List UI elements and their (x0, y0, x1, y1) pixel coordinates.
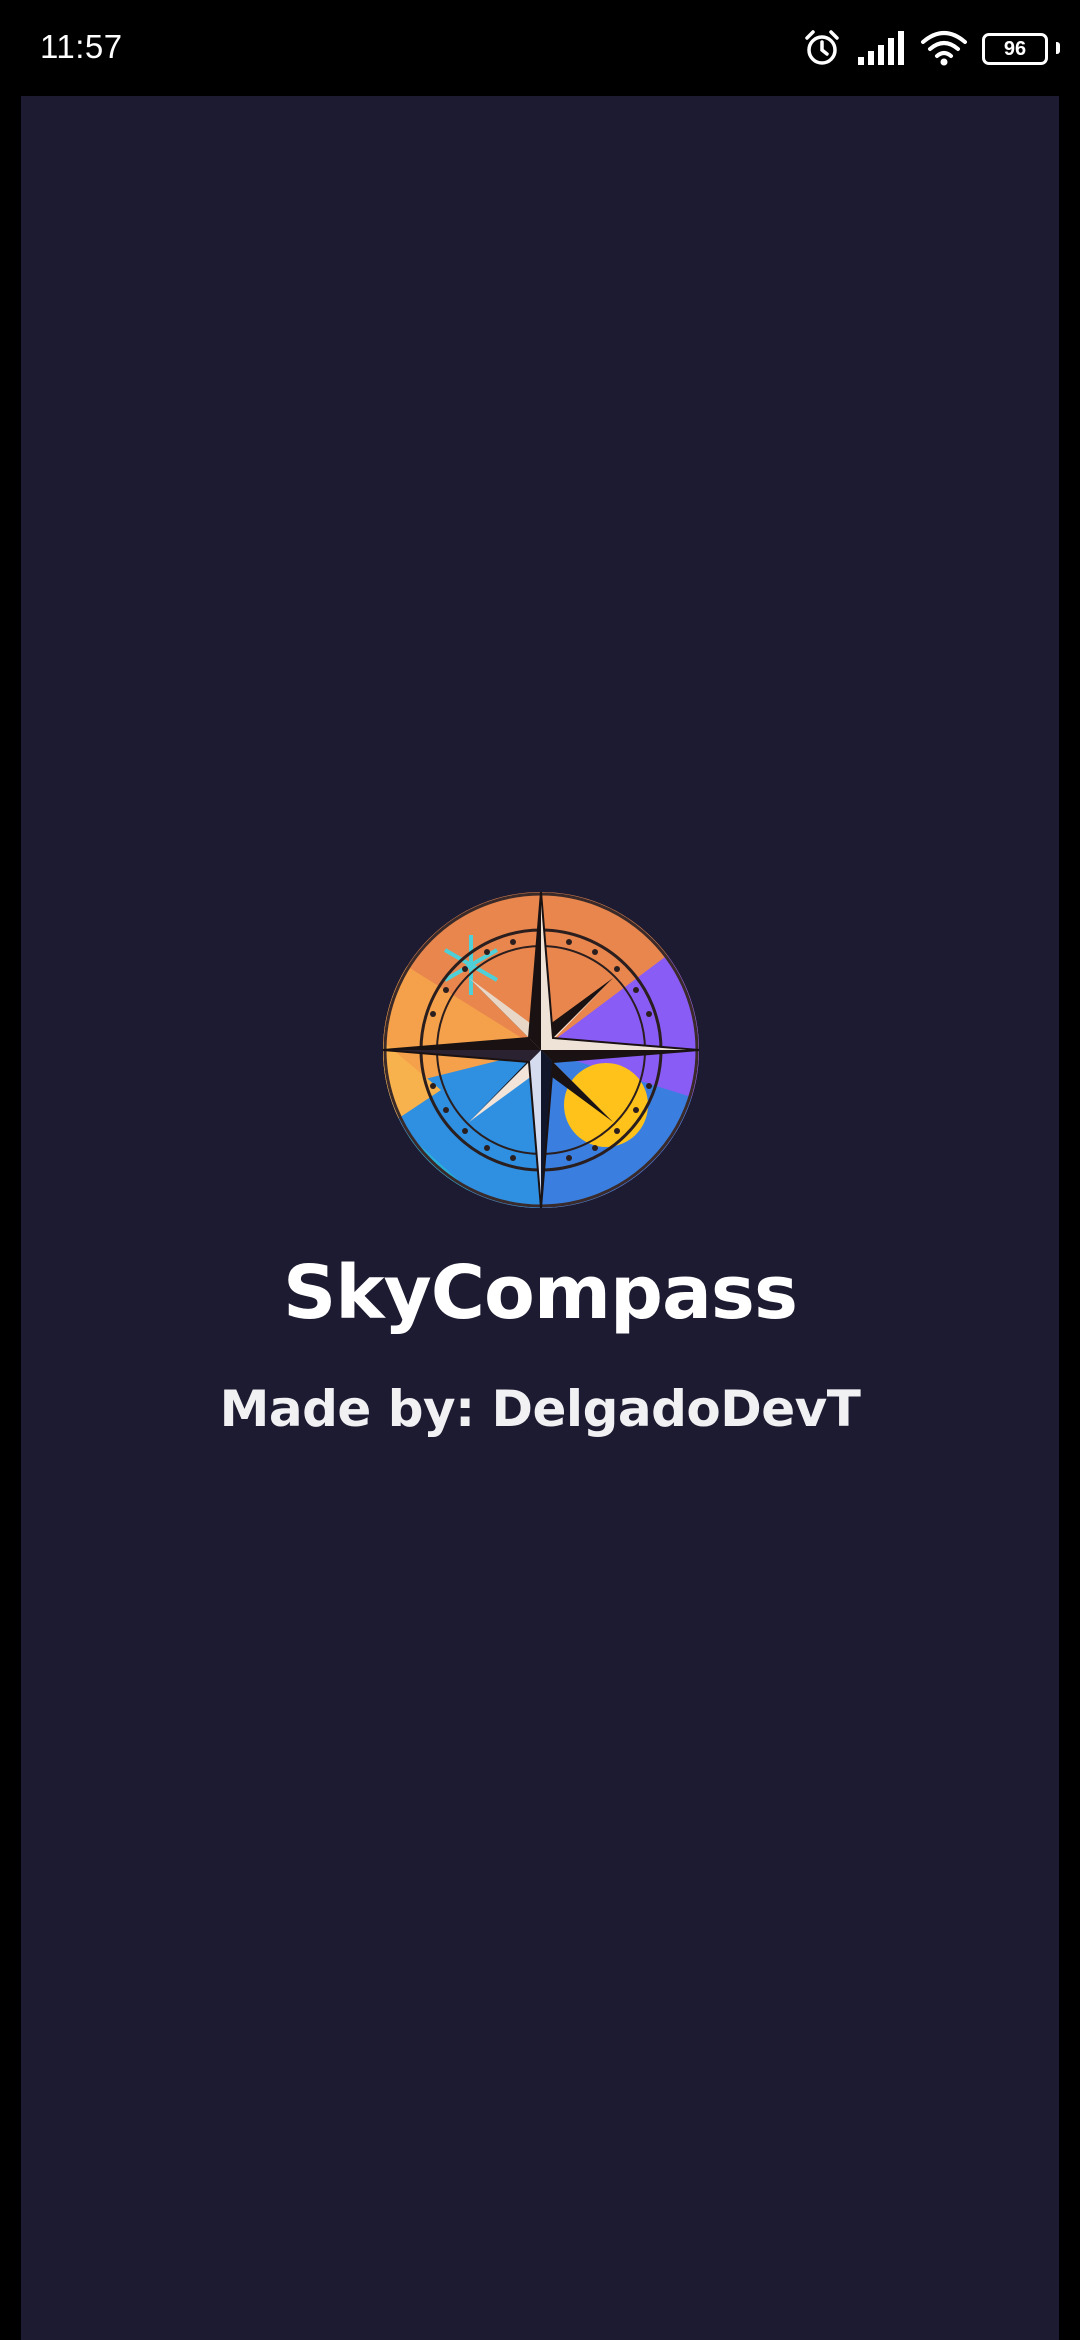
status-time: 11:57 (40, 28, 123, 65)
app-author: Made by: DelgadoDevT (219, 1380, 861, 1438)
compass-logo-icon (381, 890, 701, 1210)
splash-screen (21, 96, 1059, 2340)
alarm-icon (802, 28, 842, 68)
app-title: SkyCompass (283, 1250, 798, 1336)
status-icons: 96 (802, 26, 1060, 70)
battery-level: 96 (982, 33, 1048, 65)
status-bar: 11:57 96 (0, 0, 1080, 96)
wifi-icon (920, 30, 968, 66)
battery-icon: 96 (982, 33, 1060, 65)
signal-icon (856, 31, 906, 65)
